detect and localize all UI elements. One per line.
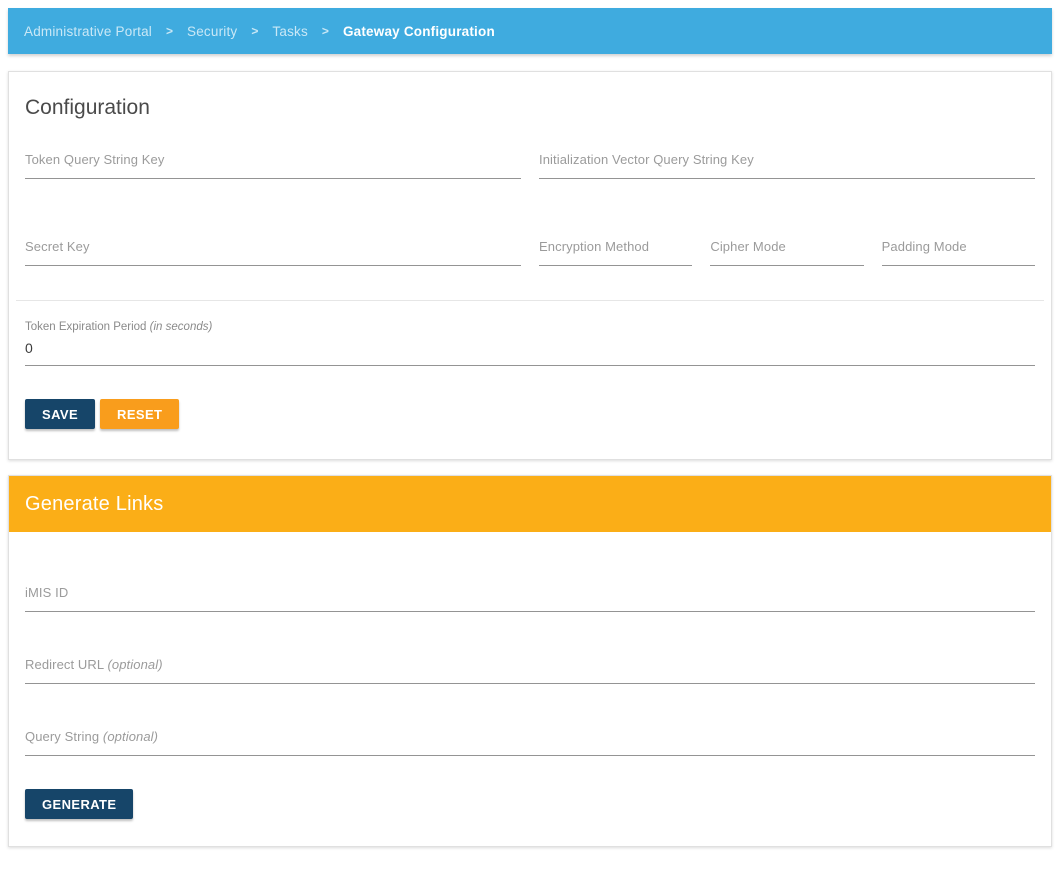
cipher-mode-label: Cipher Mode bbox=[710, 239, 863, 254]
query-string-input[interactable]: Query String (optional) bbox=[9, 729, 1051, 756]
token-query-string-key-label: Token Query String Key bbox=[25, 152, 521, 167]
input-underline bbox=[539, 178, 1035, 179]
redirect-url-hint: (optional) bbox=[107, 657, 162, 672]
query-string-label: Query String (optional) bbox=[25, 729, 1035, 744]
imis-id-input[interactable]: iMIS ID bbox=[9, 585, 1051, 612]
padding-mode-input[interactable]: Padding Mode bbox=[882, 239, 1035, 266]
secret-key-label: Secret Key bbox=[25, 239, 521, 254]
config-row-2: Secret Key Encryption Method Cipher Mode… bbox=[9, 239, 1051, 266]
input-underline bbox=[710, 265, 863, 266]
section-divider bbox=[16, 300, 1044, 301]
breadcrumb-item-security[interactable]: Security bbox=[187, 24, 237, 39]
imis-id-label: iMIS ID bbox=[25, 585, 1035, 600]
generate-button-row: GENERATE bbox=[9, 789, 1051, 819]
input-underline bbox=[25, 178, 521, 179]
padding-mode-label: Padding Mode bbox=[882, 239, 1035, 254]
input-underline bbox=[539, 265, 692, 266]
config-row-1: Token Query String Key Initialization Ve… bbox=[9, 152, 1051, 179]
generate-links-header: Generate Links bbox=[9, 476, 1051, 532]
configuration-card: Configuration Token Query String Key Ini… bbox=[8, 71, 1052, 460]
breadcrumb-separator-icon: > bbox=[166, 24, 173, 38]
breadcrumb-item-gateway-configuration: Gateway Configuration bbox=[343, 24, 495, 39]
configuration-title: Configuration bbox=[9, 72, 1051, 120]
generate-links-card: Generate Links iMIS ID Redirect URL (opt… bbox=[8, 475, 1052, 847]
input-underline bbox=[25, 683, 1035, 684]
query-string-hint: (optional) bbox=[103, 729, 158, 744]
initialization-vector-query-string-key-label: Initialization Vector Query String Key bbox=[539, 152, 1035, 167]
redirect-url-input[interactable]: Redirect URL (optional) bbox=[9, 657, 1051, 684]
token-expiration-period-input[interactable]: Token Expiration Period (in seconds) 0 bbox=[9, 321, 1051, 366]
input-underline bbox=[25, 365, 1035, 366]
breadcrumb: Administrative Portal > Security > Tasks… bbox=[8, 8, 1052, 54]
save-button[interactable]: SAVE bbox=[25, 399, 95, 429]
input-underline bbox=[25, 755, 1035, 756]
token-expiration-period-label: Token Expiration Period (in seconds) bbox=[25, 321, 1035, 333]
breadcrumb-separator-icon: > bbox=[322, 24, 329, 38]
generate-links-title: Generate Links bbox=[25, 493, 163, 516]
encryption-method-label: Encryption Method bbox=[539, 239, 692, 254]
encryption-method-input[interactable]: Encryption Method bbox=[539, 239, 692, 266]
input-underline bbox=[882, 265, 1035, 266]
generate-button[interactable]: GENERATE bbox=[25, 789, 133, 819]
reset-button[interactable]: RESET bbox=[100, 399, 179, 429]
redirect-url-label: Redirect URL (optional) bbox=[25, 657, 1035, 672]
breadcrumb-item-administrative-portal[interactable]: Administrative Portal bbox=[24, 24, 152, 39]
breadcrumb-separator-icon: > bbox=[251, 24, 258, 38]
input-underline bbox=[25, 265, 521, 266]
initialization-vector-query-string-key-input[interactable]: Initialization Vector Query String Key bbox=[539, 152, 1035, 179]
secret-key-input[interactable]: Secret Key bbox=[25, 239, 521, 266]
token-query-string-key-input[interactable]: Token Query String Key bbox=[25, 152, 521, 179]
input-underline bbox=[25, 611, 1035, 612]
breadcrumb-item-tasks[interactable]: Tasks bbox=[272, 24, 308, 39]
token-expiration-period-hint: (in seconds) bbox=[150, 321, 213, 333]
config-button-row: SAVE RESET bbox=[9, 399, 1051, 429]
token-expiration-period-value: 0 bbox=[25, 340, 1035, 356]
cipher-mode-input[interactable]: Cipher Mode bbox=[710, 239, 863, 266]
